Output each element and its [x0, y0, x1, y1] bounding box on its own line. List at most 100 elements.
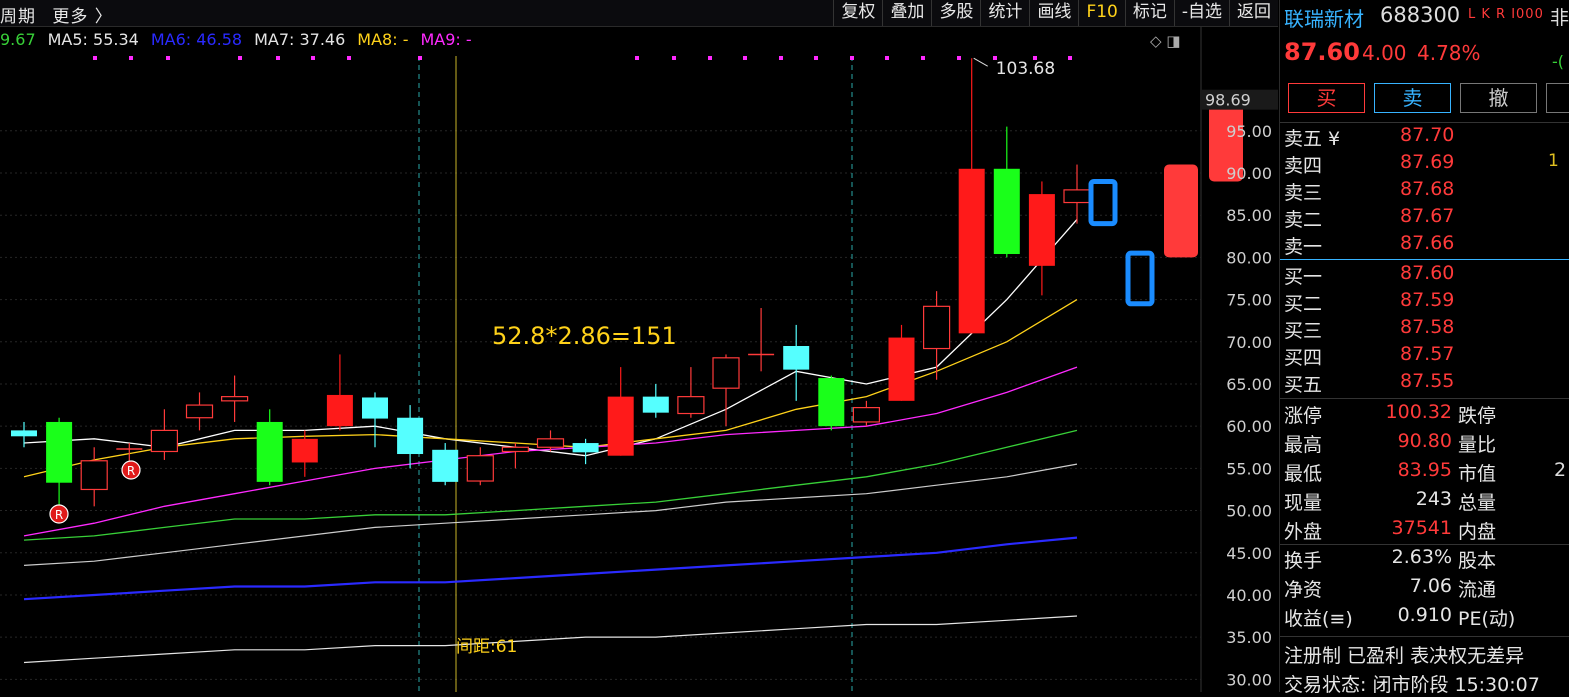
- multi-stock-button[interactable]: 多股: [931, 0, 980, 26]
- ma-legend-item: MA6: 46.58: [150, 30, 243, 49]
- mark-button[interactable]: 标记: [1124, 0, 1174, 26]
- trading-status: 交易状态: 闭市阶段 15:30:07: [1284, 674, 1540, 696]
- marker-dot: [993, 56, 997, 60]
- marker-dot: [1068, 56, 1072, 60]
- candle-body: [958, 168, 985, 334]
- order-level-price: 87.55: [1400, 370, 1455, 392]
- toolbar-right: 复权 叠加 多股 统计 画线 F10 标记 -自选 返回: [833, 0, 1278, 26]
- remove-watchlist-button[interactable]: -自选: [1173, 0, 1229, 26]
- cancel-order-button[interactable]: 撤: [1460, 83, 1537, 113]
- projection-box-red: [1164, 164, 1198, 258]
- stat-label: 总量: [1458, 492, 1497, 514]
- price-tick-label: 80.00: [1226, 248, 1272, 267]
- candle-body: [818, 378, 845, 427]
- order-level-price: 87.66: [1400, 232, 1455, 254]
- more-trade-button[interactable]: [1546, 83, 1569, 113]
- order-level-price: 87.60: [1400, 262, 1455, 284]
- order-book-row[interactable]: 买一 87.60: [1280, 261, 1569, 288]
- ma-legend-item: MA9: -: [420, 30, 472, 49]
- order-level-label: 买二: [1284, 293, 1323, 315]
- sell-button[interactable]: 卖: [1374, 83, 1451, 113]
- candle-body: [712, 357, 740, 389]
- candle-body: [185, 404, 214, 419]
- marker-dot: [1033, 56, 1037, 60]
- candle-body: [150, 429, 178, 453]
- f10-button[interactable]: F10: [1078, 0, 1124, 26]
- current-price-tag: 98.69: [1205, 91, 1251, 110]
- price-tick-label: 75.00: [1226, 291, 1272, 310]
- stat-label: 市值: [1458, 463, 1497, 485]
- draw-line-button[interactable]: 画线: [1029, 0, 1078, 26]
- divider: [1280, 636, 1569, 637]
- period-menu[interactable]: 周期: [0, 7, 36, 27]
- stat-label: 内盘: [1458, 521, 1497, 543]
- order-book-row[interactable]: 卖五 ¥ 87.70: [1280, 123, 1569, 150]
- order-level-price: 87.67: [1400, 205, 1455, 227]
- stat-row: 换手 2.63% 股本: [1280, 545, 1569, 573]
- order-level-volume: 1: [1548, 151, 1559, 171]
- buy-button[interactable]: 买: [1288, 83, 1365, 113]
- order-book-row[interactable]: 卖三 87.68: [1280, 177, 1569, 204]
- stat-label: 流通: [1458, 579, 1497, 601]
- marker-dot: [921, 56, 925, 60]
- listing-note: 注册制 已盈利 表决权无差异: [1284, 645, 1525, 667]
- order-level-label: 买四: [1284, 347, 1323, 369]
- stock-code: 688300: [1380, 3, 1461, 27]
- candle-body: [80, 460, 108, 491]
- price-tick-label: 50.00: [1226, 502, 1272, 521]
- candle-body: [642, 396, 669, 413]
- ma-line: [23, 463, 1078, 566]
- order-book-row[interactable]: 买三 87.58: [1280, 315, 1569, 342]
- stat-value: 2: [1554, 459, 1567, 481]
- stat-value: 90.80: [1397, 430, 1452, 452]
- candle-body: [432, 449, 459, 482]
- stat-value: 2.63%: [1391, 546, 1452, 568]
- chart-tool-icons[interactable]: ◇ ◨: [1150, 32, 1180, 50]
- candle-body: [291, 438, 318, 463]
- marker-dot: [238, 56, 242, 60]
- order-book-row[interactable]: 卖二 87.67: [1280, 204, 1569, 231]
- restore-rights-button[interactable]: 复权: [833, 0, 882, 26]
- projection-box-blue: [1125, 250, 1155, 307]
- order-book-row[interactable]: 买二 87.59: [1280, 288, 1569, 315]
- order-book-row[interactable]: 买五 87.55: [1280, 369, 1569, 396]
- price-tick-label: 45.00: [1226, 544, 1272, 563]
- ma-line: [23, 536, 1078, 601]
- order-book-row[interactable]: 卖四 87.69 1: [1280, 150, 1569, 177]
- order-level-price: 87.70: [1400, 124, 1455, 146]
- stock-flags: L K R I000: [1468, 7, 1544, 22]
- marker-dot: [885, 56, 889, 60]
- marker-dot: [743, 56, 747, 60]
- marker-dot: [311, 56, 315, 60]
- ma-legend: 9.67 MA5: 55.34 MA6: 46.58 MA7: 37.46 MA8: -…: [0, 30, 484, 49]
- stat-row: 现量 243 总量: [1280, 487, 1569, 515]
- statistics-button[interactable]: 统计: [980, 0, 1029, 26]
- price-tick-label: 55.00: [1226, 459, 1272, 478]
- order-book-row[interactable]: 买四 87.57: [1280, 342, 1569, 369]
- candle-body: [993, 168, 1020, 255]
- price-tick-label: 85.00: [1226, 206, 1272, 225]
- candle-body: [46, 421, 73, 483]
- ma-line: [23, 615, 1078, 664]
- back-button[interactable]: 返回: [1229, 0, 1278, 26]
- candle-body: [572, 443, 599, 453]
- price-tick-label: 95.00: [1226, 122, 1272, 141]
- ma-legend-item: MA7: 37.46: [254, 30, 346, 49]
- quote-panel: 联瑞新材 688300 L K R I000 非 87.60 4.00 4.78…: [1279, 0, 1569, 696]
- overlay-button[interactable]: 叠加: [882, 0, 931, 26]
- order-book-row[interactable]: 卖一 87.66: [1280, 231, 1569, 258]
- chart-vertical-markers: [418, 56, 853, 692]
- order-level-label: 卖四: [1284, 155, 1323, 177]
- candle-body: [536, 438, 565, 448]
- marker-dot: [129, 56, 133, 60]
- stat-value: 37541: [1391, 517, 1452, 539]
- order-level-label: 买一: [1284, 266, 1323, 288]
- stat-value: 0.910: [1397, 604, 1452, 626]
- marker-dot: [347, 56, 351, 60]
- stat-row: 最低 83.95 市值 2: [1280, 458, 1569, 486]
- marker-dot: [850, 56, 854, 60]
- projection-boxes: [1088, 92, 1243, 307]
- more-menu[interactable]: 更多 〉: [52, 7, 112, 27]
- candle-body: [852, 407, 881, 423]
- order-level-label: 卖三: [1284, 182, 1323, 204]
